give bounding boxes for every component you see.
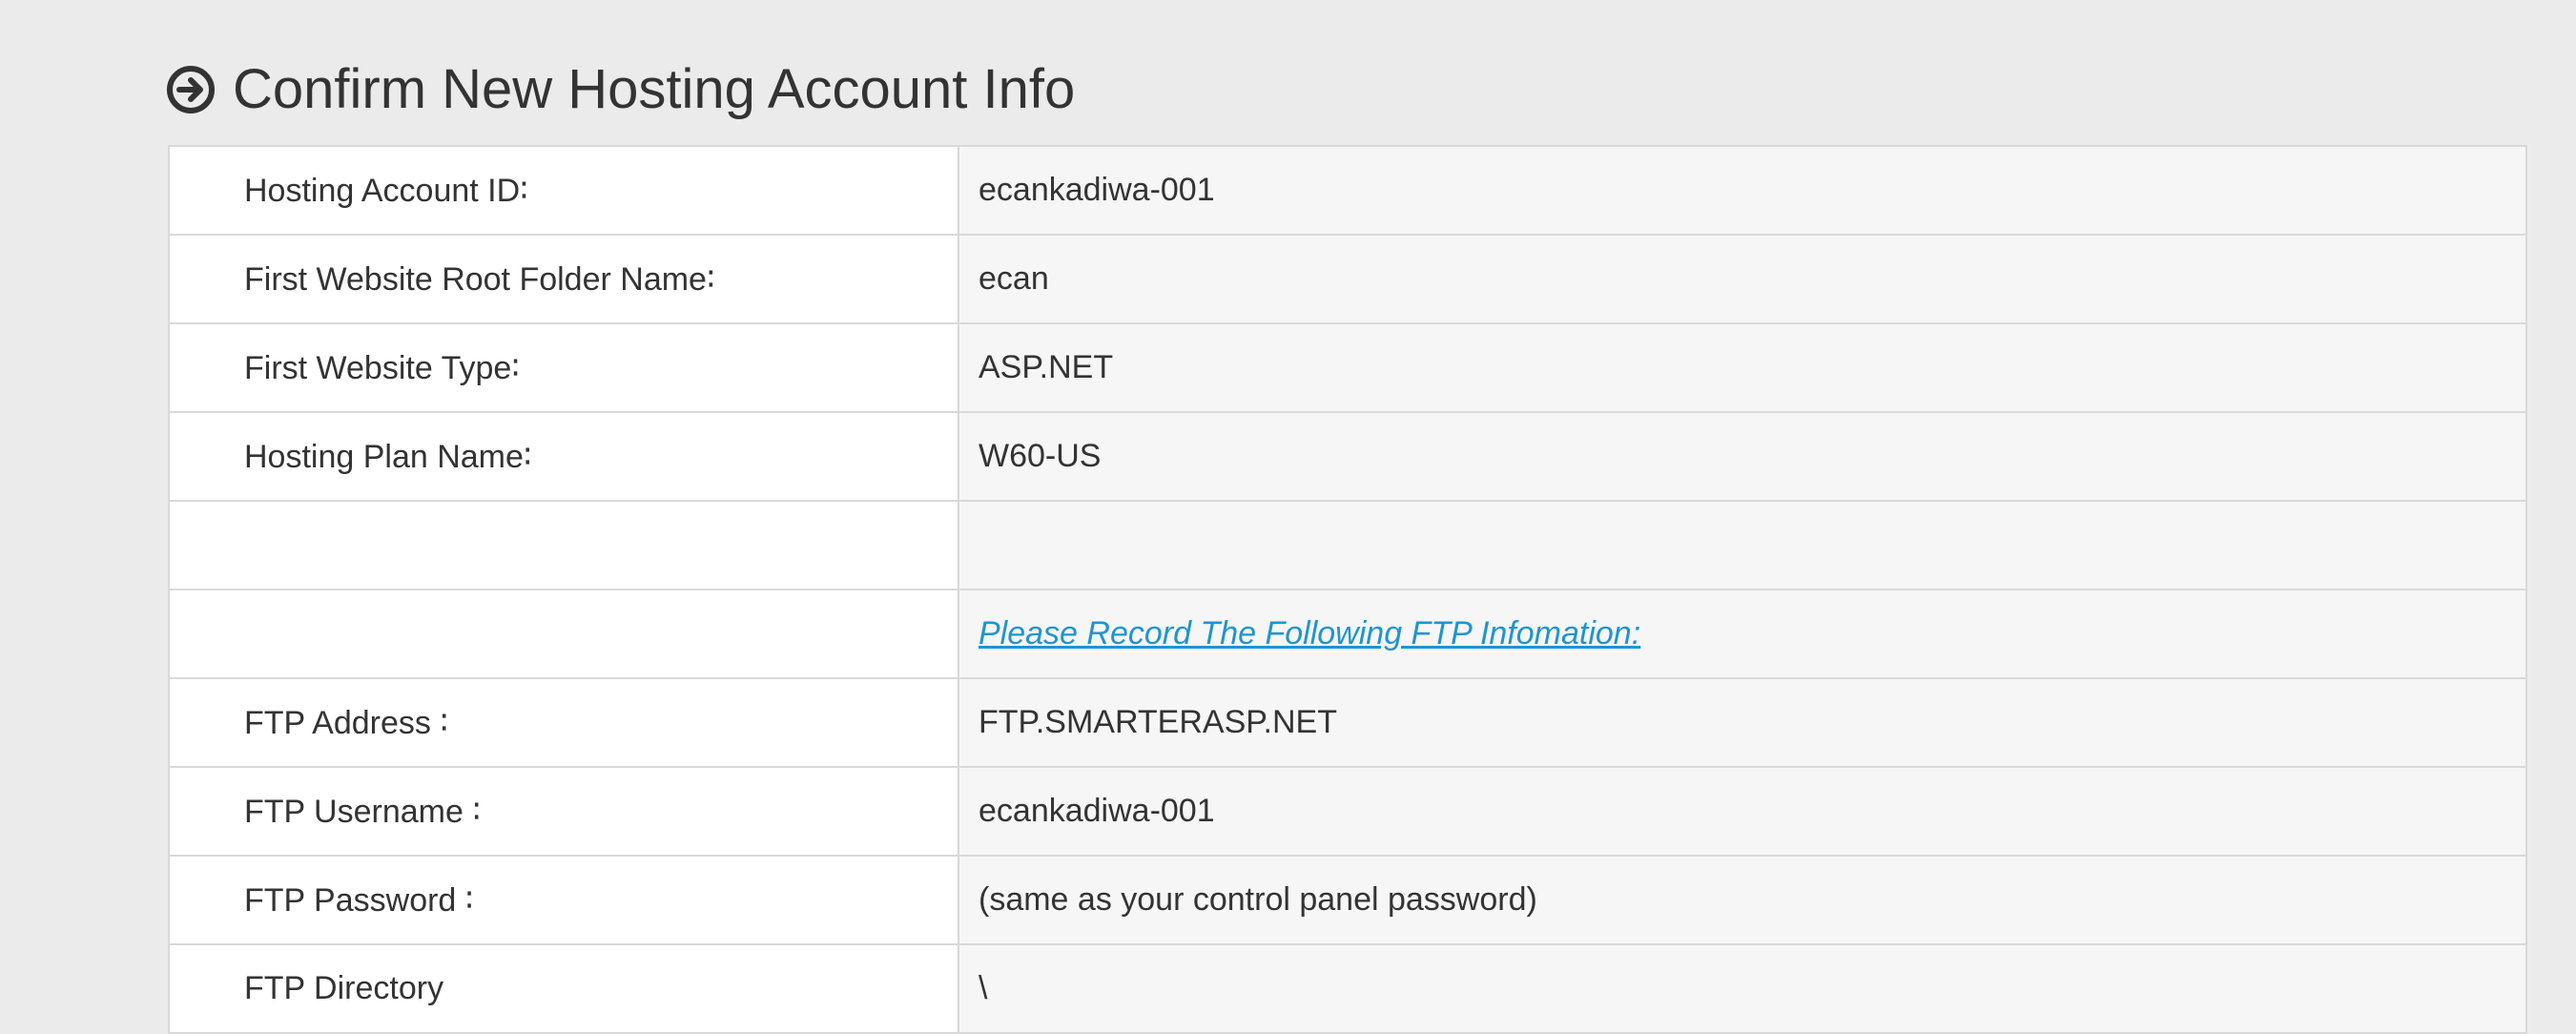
table-row: First Website Type∶ ASP.NET	[168, 322, 2527, 413]
ftp-address-value: FTP.SMARTERASP.NET	[958, 677, 2527, 768]
ftp-password-value: (same as your control panel password)	[958, 855, 2527, 945]
table-row: First Website Root Folder Name∶ ecan	[168, 234, 2527, 324]
ftp-directory-value: \	[958, 943, 2527, 1034]
account-info-table: Hosting Account ID∶ ecankadiwa-001 First…	[168, 145, 2527, 1034]
ftp-info-notice-link[interactable]: Please Record The Following FTP Infomati…	[979, 615, 1640, 651]
ftp-notice-label-cell	[168, 589, 959, 679]
table-row: FTP Password ∶ (same as your control pan…	[168, 855, 2527, 945]
ftp-address-label: FTP Address ∶	[168, 677, 959, 768]
table-row: Hosting Plan Name∶ W60-US	[168, 411, 2527, 502]
table-row: Please Record The Following FTP Infomati…	[168, 589, 2527, 679]
ftp-username-label: FTP Username ∶	[168, 766, 959, 857]
hosting-plan-name-value: W60-US	[958, 411, 2527, 502]
ftp-notice-cell: Please Record The Following FTP Infomati…	[958, 589, 2527, 679]
page-header: Confirm New Hosting Account Info	[166, 55, 1075, 124]
root-folder-name-label: First Website Root Folder Name∶	[168, 234, 959, 324]
table-row: FTP Directory \	[168, 943, 2527, 1034]
ftp-username-value: ecankadiwa-001	[958, 766, 2527, 857]
website-type-label: First Website Type∶	[168, 322, 959, 413]
hosting-plan-name-label: Hosting Plan Name∶	[168, 411, 959, 502]
table-row-spacer	[168, 500, 2527, 590]
circle-arrow-right-icon	[166, 65, 216, 114]
table-row: Hosting Account ID∶ ecankadiwa-001	[168, 145, 2527, 236]
table-row: FTP Address ∶ FTP.SMARTERASP.NET	[168, 677, 2527, 768]
hosting-account-id-value: ecankadiwa-001	[958, 145, 2527, 236]
spacer-label-cell	[168, 500, 959, 590]
ftp-password-label: FTP Password ∶	[168, 855, 959, 945]
ftp-directory-label: FTP Directory	[168, 943, 959, 1034]
table-row: FTP Username ∶ ecankadiwa-001	[168, 766, 2527, 857]
page-title: Confirm New Hosting Account Info	[233, 58, 1076, 120]
hosting-account-id-label: Hosting Account ID∶	[168, 145, 959, 236]
spacer-value-cell	[958, 500, 2527, 590]
website-type-value: ASP.NET	[958, 322, 2527, 413]
root-folder-name-value: ecan	[958, 234, 2527, 324]
